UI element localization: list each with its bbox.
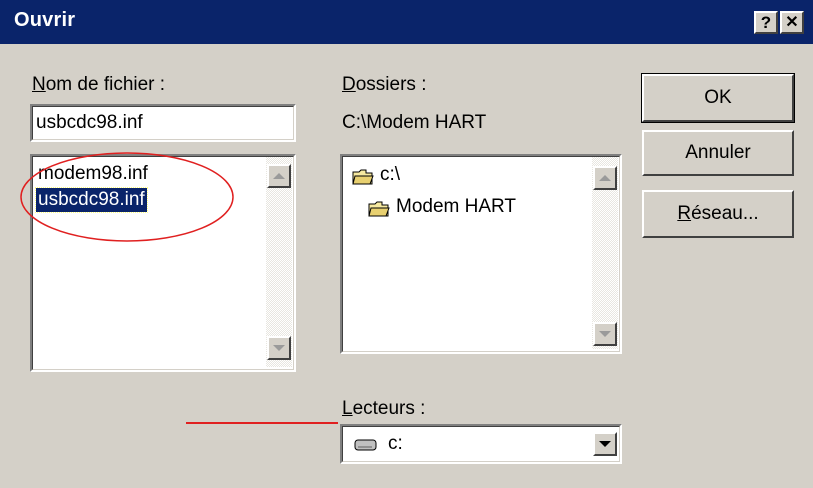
filename-label: Nom de fichier : bbox=[32, 74, 166, 95]
folder-open-icon bbox=[352, 169, 374, 185]
arrow-down-icon bbox=[599, 331, 611, 337]
folders-label: Dossiers : bbox=[342, 74, 427, 95]
arrow-down-icon bbox=[273, 345, 285, 351]
arrow-up-icon bbox=[273, 173, 285, 179]
drive-select[interactable]: c: bbox=[340, 424, 622, 464]
tree-item-root[interactable]: c:\ bbox=[380, 164, 400, 186]
title-bar bbox=[0, 0, 813, 44]
filename-input[interactable]: usbcdc98.inf bbox=[36, 112, 143, 134]
drive-value: c: bbox=[388, 433, 403, 454]
folder-open-icon bbox=[368, 201, 390, 217]
network-button[interactable]: Réseau... bbox=[642, 190, 794, 238]
annotation-circle bbox=[20, 152, 234, 242]
folder-tree[interactable]: c:\ Modem HART bbox=[340, 154, 622, 354]
drive-icon bbox=[354, 439, 377, 451]
ok-button[interactable]: OK bbox=[641, 73, 795, 123]
annotation-underline bbox=[186, 422, 338, 424]
scroll-down-button[interactable] bbox=[267, 336, 291, 360]
drive-dropdown-button[interactable] bbox=[593, 432, 617, 456]
close-button[interactable]: ✕ bbox=[780, 11, 804, 34]
scroll-down-button[interactable] bbox=[593, 322, 617, 346]
arrow-up-icon bbox=[599, 175, 611, 181]
tree-item-modem-hart[interactable]: Modem HART bbox=[396, 196, 516, 218]
help-icon: ? bbox=[760, 13, 772, 32]
window-title: Ouvrir bbox=[14, 9, 76, 31]
close-icon: ✕ bbox=[785, 13, 799, 31]
help-button[interactable]: ? bbox=[754, 11, 778, 34]
filename-field[interactable]: usbcdc98.inf bbox=[30, 104, 296, 142]
chevron-down-icon bbox=[599, 441, 611, 447]
scroll-up-button[interactable] bbox=[593, 166, 617, 190]
current-folder-path: C:\Modem HART bbox=[342, 112, 487, 133]
scroll-up-button[interactable] bbox=[267, 164, 291, 188]
drives-label: Lecteurs : bbox=[342, 398, 426, 419]
cancel-button[interactable]: Annuler bbox=[642, 130, 794, 176]
